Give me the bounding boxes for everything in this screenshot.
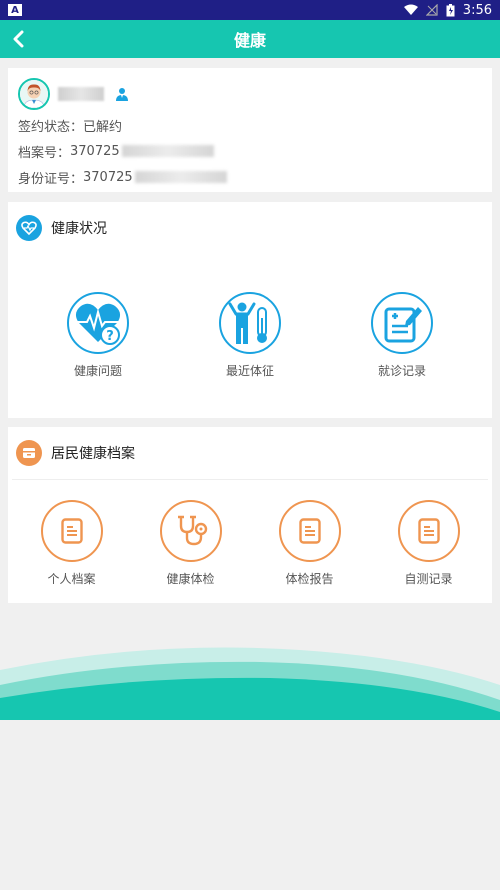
health-status-title: 健康状况	[51, 221, 107, 237]
checkup-report-label: 体检报告	[285, 572, 334, 586]
wifi-icon	[403, 4, 418, 15]
self-test-records-label: 自测记录	[404, 572, 453, 586]
id-number-label: 身份证号：	[18, 171, 84, 187]
sign-status-label: 签约状态：	[18, 119, 84, 135]
self-test-records-button[interactable]: 自测记录	[379, 500, 479, 587]
sign-status-row: 签约状态： 已解约	[18, 112, 482, 138]
page-title: 健康	[233, 31, 266, 50]
personal-file-button[interactable]: 个人档案	[22, 500, 122, 587]
stethoscope-icon	[159, 500, 222, 562]
file-number-redacted	[121, 145, 214, 157]
app-bar: 健康	[0, 20, 500, 58]
id-number-value: 370725	[83, 169, 133, 185]
visit-records-label: 就诊记录	[377, 364, 426, 378]
id-number-row: 身份证号： 370725	[18, 164, 482, 190]
battery-icon	[446, 3, 455, 16]
personal-file-label: 个人档案	[47, 572, 96, 586]
clipboard-edit-icon	[371, 292, 433, 354]
no-signal-icon	[425, 4, 438, 16]
decorative-wave	[0, 647, 500, 720]
health-checkup-label: 健康体检	[166, 572, 215, 586]
doctor-avatar-icon	[20, 80, 48, 108]
health-status-card: 健康状况 ? 健康问题 最近体征 就诊记录	[8, 202, 492, 418]
avatar[interactable]	[18, 78, 50, 110]
back-button[interactable]	[0, 20, 36, 58]
svg-text:?: ?	[106, 329, 114, 344]
resident-records-card: 居民健康档案 个人档案 健康体检 体检报告 自测记录	[8, 427, 492, 603]
resident-records-title: 居民健康档案	[51, 446, 135, 462]
user-name-redacted	[58, 87, 104, 101]
file-number-label: 档案号：	[18, 145, 71, 161]
status-bar: A 3:56	[0, 0, 500, 20]
person-icon[interactable]	[116, 87, 128, 101]
clock-time: 3:56	[462, 2, 492, 18]
health-problems-label: 健康问题	[73, 364, 122, 378]
heart-badge-icon	[16, 215, 42, 241]
document-icon	[278, 500, 341, 562]
chevron-left-icon	[13, 30, 24, 48]
archive-box-icon	[16, 440, 42, 466]
person-thermometer-icon	[219, 292, 281, 354]
health-status-header: 健康状况	[8, 202, 492, 254]
sign-status-value: 已解约	[83, 119, 123, 135]
file-number-value: 370725	[70, 143, 120, 159]
profile-card: 签约状态： 已解约 档案号： 370725 身份证号： 370725	[8, 68, 492, 192]
visit-records-button[interactable]: 就诊记录	[347, 292, 457, 379]
recent-vitals-button[interactable]: 最近体征	[195, 292, 305, 379]
file-number-row: 档案号： 370725	[18, 138, 482, 164]
recent-vitals-label: 最近体征	[225, 364, 274, 378]
health-checkup-button[interactable]: 健康体检	[141, 500, 241, 587]
document-icon	[40, 500, 103, 562]
resident-records-header: 居民健康档案	[8, 427, 492, 479]
checkup-report-button[interactable]: 体检报告	[260, 500, 360, 587]
app-notification-icon: A	[8, 4, 22, 16]
id-number-redacted	[134, 171, 227, 183]
health-problems-button[interactable]: ? 健康问题	[43, 292, 153, 379]
heart-question-icon: ?	[67, 292, 129, 354]
document-icon	[397, 500, 460, 562]
